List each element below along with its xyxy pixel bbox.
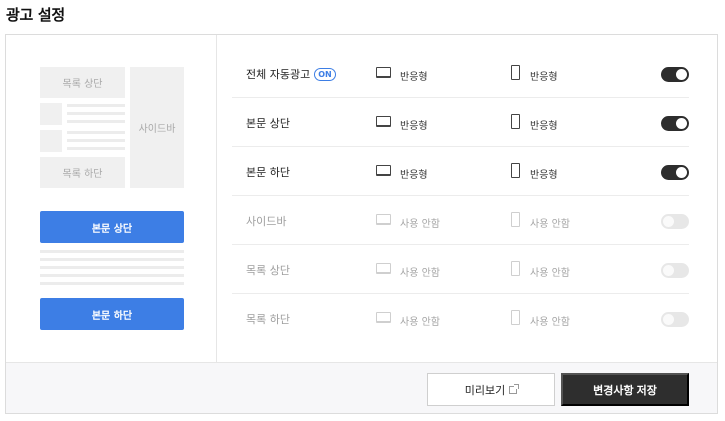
smartphone-icon [511,310,520,325]
preview-text-line [67,104,125,107]
toggle-knob [663,265,674,276]
mobile-ad-type[interactable]: 사용 안함 [530,215,570,230]
setting-row-sidebar: 사이드바 사용 안함 사용 안함 [232,196,689,245]
save-changes-button[interactable]: 변경사항 저장 [561,373,689,406]
pc-ad-type[interactable]: 반응형 [400,68,428,83]
preview-text-line [40,266,184,269]
smartphone-icon [511,261,520,276]
preview-text-line [67,147,125,150]
preview-text-line [67,139,125,142]
preview-thumbnail [40,130,62,152]
monitor-icon [376,312,391,323]
monitor-icon [376,116,391,127]
auto-ads-toggle[interactable] [661,67,689,82]
preview-text-line [40,250,184,253]
ad-settings-panel: 목록 상단 사이드바 목록 하단 본문 상단 본문 하단 전체 자동광고 ON … [5,34,718,414]
toggle-knob [663,314,674,325]
monitor-icon [376,67,391,78]
monitor-icon [376,214,391,225]
pc-ad-type[interactable]: 반응형 [400,166,428,181]
pc-ad-type[interactable]: 사용 안함 [400,215,440,230]
monitor-icon [376,263,391,274]
preview-thumbnail [40,103,62,125]
preview-text-line [67,131,125,134]
preview-button-label: 미리보기 [464,384,506,397]
setting-row-list-bottom: 목록 하단 사용 안함 사용 안함 [232,294,689,343]
setting-row-body-bottom: 본문 하단 반응형 반응형 [232,147,689,196]
smartphone-icon [511,163,520,178]
mobile-ad-type[interactable]: 반응형 [530,68,558,83]
list-bottom-toggle[interactable] [661,312,689,327]
row-label-wrap: 전체 자동광고 ON [246,66,336,82]
row-label: 사이드바 [246,215,287,228]
row-label: 목록 하단 [246,313,290,326]
preview-list-bottom: 목록 하단 [40,157,125,188]
row-label: 목록 상단 [246,264,290,277]
pc-ad-type[interactable]: 사용 안함 [400,264,440,279]
smartphone-icon [511,114,520,129]
toggle-knob [676,167,687,178]
mobile-ad-type[interactable]: 반응형 [530,117,558,132]
setting-row-list-top: 목록 상단 사용 안함 사용 안함 [232,245,689,294]
preview-text-line [67,120,125,123]
row-label: 본문 상단 [246,117,290,130]
preview-text-line [40,274,184,277]
sidebar-toggle[interactable] [661,214,689,229]
preview-text-line [40,258,184,261]
mobile-ad-type[interactable]: 반응형 [530,166,558,181]
toggle-knob [663,216,674,227]
preview-list-top: 목록 상단 [40,67,125,98]
pc-ad-type[interactable]: 사용 안함 [400,313,440,328]
toggle-knob [676,118,687,129]
smartphone-icon [511,212,520,227]
preview-text-line [67,112,125,115]
on-badge: ON [314,67,336,81]
page-title: 광고 설정 [6,6,65,24]
setting-row-body-top: 본문 상단 반응형 반응형 [232,98,689,147]
mobile-ad-type[interactable]: 사용 안함 [530,264,570,279]
row-label: 본문 하단 [246,166,290,179]
preview-text-line [40,282,184,285]
toggle-knob [676,69,687,80]
row-label: 전체 자동광고 [246,68,311,81]
setting-row-auto-ads: 전체 자동광고 ON 반응형 반응형 [232,49,689,98]
preview-button[interactable]: 미리보기 [427,373,555,406]
preview-body-top: 본문 상단 [40,211,184,243]
mobile-ad-type[interactable]: 사용 안함 [530,313,570,328]
ad-layout-preview: 목록 상단 사이드바 목록 하단 본문 상단 본문 하단 [6,35,217,362]
preview-sidebar: 사이드바 [130,67,184,188]
pc-ad-type[interactable]: 반응형 [400,117,428,132]
body-top-toggle[interactable] [661,116,689,131]
monitor-icon [376,165,391,176]
ad-settings-list: 전체 자동광고 ON 반응형 반응형 본문 상단 반응형 반응형 본문 하단 반… [232,49,689,343]
list-top-toggle[interactable] [661,263,689,278]
preview-body-bottom: 본문 하단 [40,298,184,330]
smartphone-icon [511,65,520,80]
external-link-icon [509,383,520,394]
panel-footer: 미리보기 변경사항 저장 [6,362,717,413]
body-bottom-toggle[interactable] [661,165,689,180]
